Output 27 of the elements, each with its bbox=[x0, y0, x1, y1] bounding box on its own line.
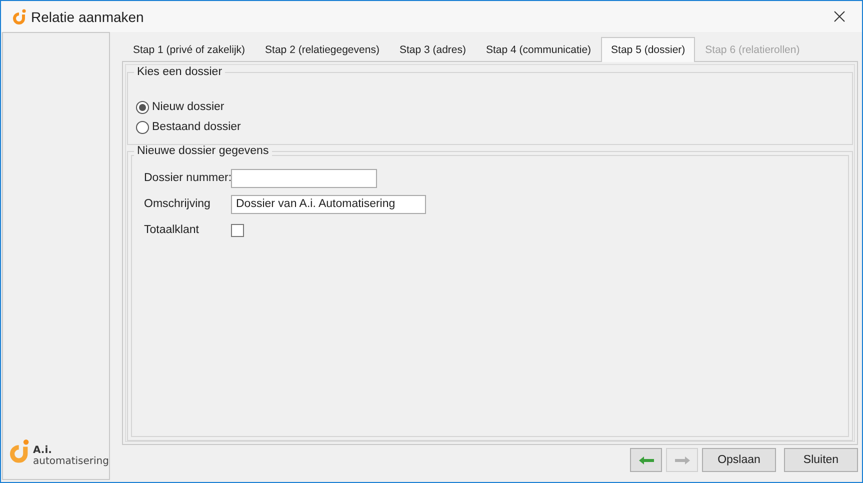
close-icon bbox=[834, 11, 844, 22]
back-button[interactable] bbox=[630, 448, 662, 472]
tab[interactable]: Stap 2 (relatiegegevens) bbox=[255, 38, 390, 61]
logo-name: A.i. bbox=[32, 445, 53, 456]
tab[interactable]: Stap 1 (privé of zakelijk) bbox=[123, 38, 256, 61]
logo-tagline: automatisering bbox=[32, 456, 109, 467]
tab[interactable]: Stap 5 (dossier) bbox=[601, 37, 696, 62]
action-button[interactable]: Opslaan bbox=[702, 448, 776, 472]
tab[interactable]: Stap 3 (adres) bbox=[389, 38, 476, 61]
radio-button[interactable] bbox=[136, 120, 149, 134]
field-label: Totaalklant bbox=[144, 224, 200, 236]
window-title: Relatie aanmaken bbox=[31, 8, 145, 24]
group-title: Nieuwe dossier gegevens bbox=[134, 145, 272, 157]
checkbox[interactable] bbox=[231, 224, 244, 236]
input-field[interactable]: Dossier van A.i. Automatisering bbox=[231, 194, 426, 214]
field-label: Dossier nummer: bbox=[144, 172, 231, 184]
radio-label: Bestaand dossier bbox=[152, 121, 241, 133]
radio-label: Nieuw dossier bbox=[152, 101, 224, 113]
right-arrow-icon bbox=[674, 456, 690, 464]
radio-button[interactable] bbox=[136, 100, 149, 114]
input-field[interactable] bbox=[231, 168, 377, 188]
action-button[interactable]: Sluiten bbox=[784, 448, 858, 472]
field-label: Omschrijving bbox=[144, 198, 212, 210]
app-logo-icon bbox=[12, 8, 26, 24]
left-arrow-icon bbox=[638, 456, 654, 464]
group-title: Kies een dossier bbox=[134, 66, 226, 78]
tab[interactable]: Stap 4 (communicatie) bbox=[476, 38, 602, 61]
